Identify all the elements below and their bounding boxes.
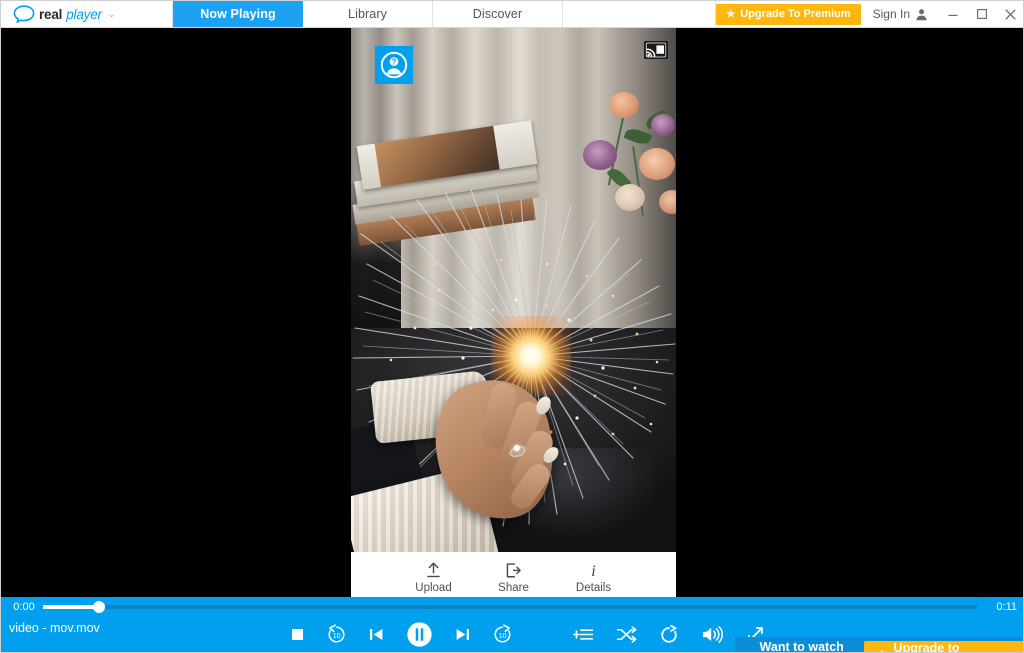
seek-slider-fill [43,605,100,609]
video-surface[interactable]: ? Upload Share i Details [351,28,676,599]
sign-in-label: Sign In [872,7,910,21]
replay-10-icon: 10 [328,624,345,643]
pause-icon [407,622,432,647]
close-icon [1005,8,1016,20]
brand-player-text: player [66,6,102,22]
repeat-icon [661,624,677,643]
playlist-add-icon [573,629,594,640]
svg-text:?: ? [392,58,397,67]
upload-label: Upload [415,581,452,594]
forward-10-value: 10 [499,633,507,640]
volume-icon [703,626,723,643]
upgrade-to-premium-bottom-button[interactable]: ★ Upgrade to Premium [864,640,1023,653]
now-playing-filename: video - mov.mov [9,621,100,635]
maximize-window-button[interactable] [967,1,996,27]
repeat-button[interactable] [659,624,679,645]
tab-library[interactable]: Library [303,1,433,27]
rewind-10-button[interactable]: 10 [326,624,347,645]
dvd-promo-panel: Want to watch and burn DVDs? ★ Upgrade t… [735,637,1023,653]
seek-row: 0:00 0:11 [1,597,1023,617]
svg-text:i: i [591,563,596,580]
stop-button[interactable] [289,626,306,643]
video-action-strip: Upload Share i Details [351,552,676,599]
rewind-10-value: 10 [333,633,341,640]
upgrade-to-premium-top-button[interactable]: ★ Upgrade To Premium [716,3,861,25]
volume-button[interactable] [701,625,724,644]
player-control-bar: 0:00 0:11 video - mov.mov 10 10 Want to … [1,597,1023,653]
dvd-promo-headline: Want to watch and burn DVDs? [759,639,844,653]
minimize-icon [948,14,957,16]
minimize-window-button[interactable] [938,1,967,27]
transport-controls: 10 10 [289,617,513,652]
cast-icon [644,41,668,59]
sign-in-button[interactable]: Sign In [861,1,938,27]
shuffle-icon [616,626,637,643]
seek-slider[interactable] [43,601,977,613]
video-frame-image [351,28,676,599]
realplayer-bubble-icon [13,5,35,23]
duration-label: 0:11 [996,601,1017,613]
details-action[interactable]: i Details [568,561,620,594]
close-window-button[interactable] [996,1,1023,27]
previous-icon [370,628,383,641]
seek-slider-thumb[interactable] [93,601,106,613]
cast-to-device-button[interactable] [643,40,669,60]
current-time-label: 0:00 [13,601,35,613]
next-icon [456,628,469,641]
stop-icon [291,628,304,641]
tab-discover[interactable]: Discover [433,1,563,27]
user-account-icon [916,8,927,20]
topbar-spacer [563,1,717,27]
next-track-button[interactable] [453,625,472,644]
upgrade-bottom-label: Upgrade to Premium [893,640,960,653]
star-icon: ★ [726,8,736,20]
previous-track-button[interactable] [367,625,386,644]
avatar-question-icon: ? [380,51,408,79]
tab-now-playing[interactable]: Now Playing [173,1,303,27]
upload-icon [427,562,440,577]
details-label: Details [575,581,612,594]
controls-row: video - mov.mov 10 10 Want to watch Upgr… [1,617,1023,653]
upgrade-top-label: Upgrade To Premium [740,8,851,20]
add-to-playlist-button[interactable] [573,625,594,644]
forward-10-icon: 10 [494,624,511,643]
forward-10-button[interactable]: 10 [492,624,513,645]
maximize-icon [976,9,987,20]
share-label: Share [498,581,529,594]
share-action[interactable]: Share [488,561,540,594]
realplayer-window: real player ⌄ Now Playing Library Discove… [0,0,1024,653]
brand-chevron-down-icon[interactable]: ⌄ [108,9,116,19]
video-stage: ? Upload Share i Details [1,28,1023,599]
pause-button[interactable] [406,621,433,648]
info-icon: i [591,563,596,580]
realplayer-logo[interactable]: real player ⌄ [1,1,173,27]
account-avatar-badge[interactable]: ? [375,46,413,84]
shuffle-button[interactable] [616,625,637,644]
upload-action[interactable]: Upload [408,561,460,594]
brand-real-text: real [39,6,63,22]
title-bar: real player ⌄ Now Playing Library Discove… [1,1,1023,28]
star-icon: ★ [876,647,887,652]
share-icon [506,562,521,577]
